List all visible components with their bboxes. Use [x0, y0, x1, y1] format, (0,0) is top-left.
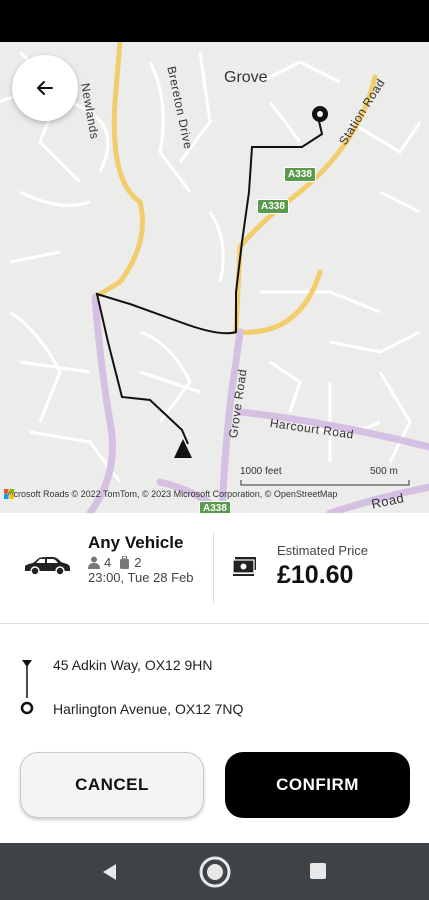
- pickup-time: 23:00, Tue 28 Feb: [88, 570, 194, 585]
- cash-icon: [232, 557, 256, 576]
- details-divider: [213, 532, 214, 604]
- road-shield: A338: [284, 167, 316, 182]
- price-value: £10.60: [277, 561, 354, 589]
- map-attribution: Microsoft Roads © 2022 TomTom, © 2023 Mi…: [4, 489, 337, 499]
- arrow-left-icon: [37, 81, 53, 95]
- road-shield: A338: [257, 199, 289, 214]
- passenger-count: 4: [104, 555, 112, 570]
- car-icon: [25, 557, 70, 576]
- scale-feet: 1000 feet: [240, 466, 282, 477]
- confirm-button[interactable]: CONFIRM: [225, 752, 410, 818]
- back-button[interactable]: [12, 55, 78, 121]
- system-nav-bar: [0, 843, 429, 900]
- luggage-icon: [120, 556, 130, 569]
- section-divider: [0, 623, 429, 624]
- passenger-icon: [88, 556, 100, 569]
- vehicle-capacity: 4 2: [88, 555, 141, 570]
- road-shield: A338: [199, 501, 231, 513]
- price-label: Estimated Price: [277, 543, 369, 558]
- attribution-text: Microsoft Roads © 2022 TomTom, © 2023 Mi…: [4, 489, 338, 499]
- vehicle-name: Any Vehicle: [88, 533, 184, 552]
- pickup-address: 45 Adkin Way, OX12 9HN: [53, 657, 213, 673]
- nav-home-icon[interactable]: [198, 855, 232, 889]
- microsoft-logo-icon: [4, 489, 14, 499]
- dropoff-address: Harlington Avenue, OX12 7NQ: [53, 701, 244, 717]
- cancel-button[interactable]: CANCEL: [20, 752, 204, 818]
- status-bar: [0, 0, 429, 42]
- scale-bar: [240, 480, 410, 486]
- route-line-icon: [20, 660, 34, 715]
- scale-meters: 500 m: [370, 466, 398, 477]
- nav-back-icon[interactable]: [100, 862, 120, 882]
- luggage-count: 2: [134, 555, 142, 570]
- map-place-label: Grove: [224, 69, 268, 86]
- nav-recents-icon[interactable]: [309, 862, 327, 880]
